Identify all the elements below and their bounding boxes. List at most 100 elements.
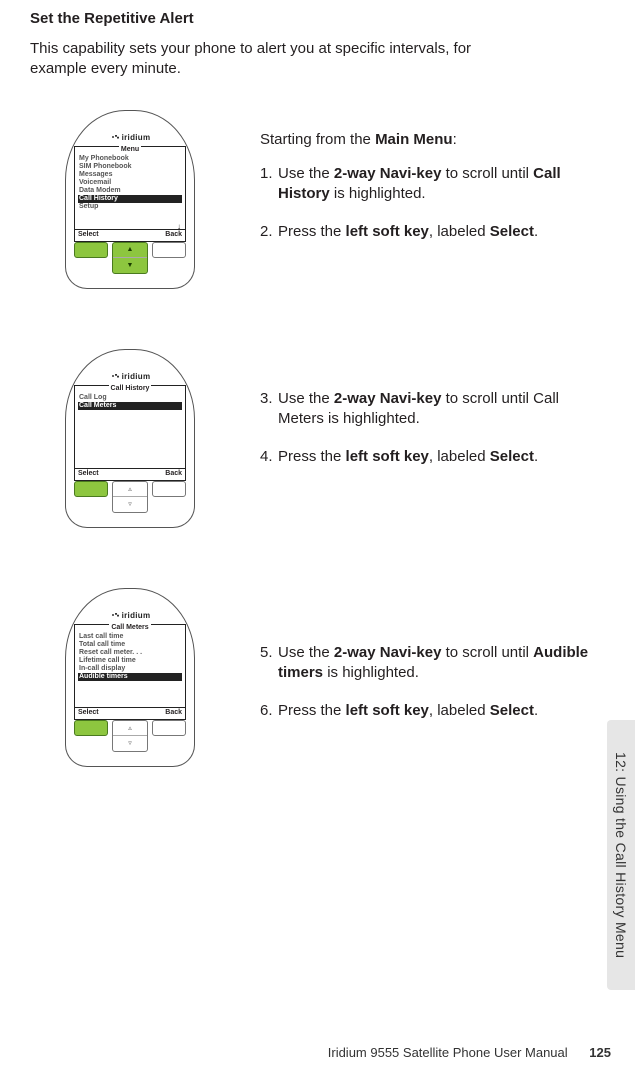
phone-screen-2: Call History Call LogCall Meters Select … [74,385,186,481]
text: . [534,223,538,240]
menu-item: Call Log [78,394,182,402]
step-block-1: iridium Menu My PhonebookSIM PhonebookMe… [30,110,599,289]
left-soft-key[interactable] [74,720,108,736]
softkey-right-label: Back [165,470,182,478]
right-soft-key[interactable] [152,242,186,258]
softkey-left-label: Select [78,231,99,239]
step-3: 3. Use the 2-way Navi-key to scroll unti… [260,389,599,430]
phone-illustration-1: iridium Menu My PhonebookSIM PhonebookMe… [65,110,195,289]
screen-title: Call Meters [109,624,150,631]
text: is highlighted. [323,664,419,681]
step-4: 4. Press the left soft key, labeled Sele… [260,447,599,467]
brand-label: iridium [74,611,186,620]
step-6: 6. Press the left soft key, labeled Sele… [260,701,599,721]
text-bold: left soft key [346,223,429,240]
step-number: 3. [260,389,278,430]
text-bold: Main Menu [375,131,453,148]
menu-item: SIM Phonebook [78,163,182,171]
intro-text: This capability sets your phone to alert… [30,39,510,80]
left-soft-key[interactable] [74,481,108,497]
right-soft-key[interactable] [152,720,186,736]
text: Use the [278,165,334,182]
step-number: 4. [260,447,278,467]
right-soft-key[interactable] [152,481,186,497]
menu-item: Total call time [78,641,182,649]
navi-up-icon: ▵ [113,721,147,737]
softkey-right-label: Back [165,709,182,717]
text-bold: Select [490,223,534,240]
text: . [534,702,538,719]
step-number: 6. [260,701,278,721]
menu-item: Lifetime call time [78,657,182,665]
text: Press the [278,223,346,240]
page-number: 125 [589,1045,611,1060]
text-bold: Select [490,702,534,719]
lead-text: Starting from the Main Menu: [260,130,599,150]
softkey-left-label: Select [78,470,99,478]
menu-item: Call History [78,195,182,203]
step-text: Press the left soft key, labeled Select. [278,701,599,721]
text: , labeled [429,223,490,240]
navi-up-icon: ▵ [113,482,147,498]
text: to scroll until [441,644,533,661]
navi-key[interactable]: ▵ ▿ [112,720,148,752]
text: , labeled [429,448,490,465]
phone-screen-1: Menu My PhonebookSIM PhonebookMessagesVo… [74,146,186,242]
menu-item: Audible timers [78,673,182,681]
text: , labeled [429,702,490,719]
chapter-tab-label: 12: Using the Call History Menu [613,752,629,958]
menu-item: Last call time [78,633,182,641]
menu-item: Setup [78,203,182,211]
text-bold: left soft key [346,702,429,719]
text: to scroll until [441,165,533,182]
text: : [453,131,457,148]
step-number: 5. [260,643,278,684]
step-number: 2. [260,222,278,242]
softkey-right-label: Back [165,231,182,239]
navi-down-icon: ▿ [113,497,147,512]
navi-down-icon: ▼ [113,258,147,273]
text-bold: 2-way Navi-key [334,644,442,661]
phone-illustration-3: iridium Call Meters Last call timeTotal … [65,588,195,767]
text: Use the [278,390,334,407]
text: Starting from the [260,131,375,148]
menu-item: Reset call meter. . . [78,649,182,657]
phone-screen-3: Call Meters Last call timeTotal call tim… [74,624,186,720]
chapter-tab: 12: Using the Call History Menu [607,720,635,990]
step-text: Press the left soft key, labeled Select. [278,222,599,242]
navi-up-icon: ▲ [113,243,147,259]
brand-label: iridium [74,372,186,381]
menu-item: Call Meters [78,402,182,410]
left-soft-key[interactable] [74,242,108,258]
footer-title: Iridium 9555 Satellite Phone User Manual [328,1045,568,1060]
text: Use the [278,644,334,661]
screen-title: Menu [119,146,141,153]
section-heading: Set the Repetitive Alert [30,10,599,27]
step-block-2: iridium Call History Call LogCall Meters… [30,349,599,528]
step-text: Press the left soft key, labeled Select. [278,447,599,467]
navi-key[interactable]: ▲ ▼ [112,242,148,274]
menu-item: Voicemail [78,179,182,187]
step-1: 1. Use the 2-way Navi-key to scroll unti… [260,164,599,205]
text-bold: 2-way Navi-key [334,390,442,407]
text: . [534,448,538,465]
menu-item: My Phonebook [78,155,182,163]
menu-item: Messages [78,171,182,179]
text: Press the [278,702,346,719]
menu-item: In-call display [78,665,182,673]
navi-key[interactable]: ▵ ▿ [112,481,148,513]
step-text: Use the 2-way Navi-key to scroll until C… [278,389,599,430]
text-bold: 2-way Navi-key [334,165,442,182]
brand-label: iridium [74,133,186,142]
text: is highlighted. [330,185,426,202]
step-2: 2. Press the left soft key, labeled Sele… [260,222,599,242]
step-text: Use the 2-way Navi-key to scroll until C… [278,164,599,205]
navi-down-icon: ▿ [113,736,147,751]
text-bold: Select [490,448,534,465]
softkey-left-label: Select [78,709,99,717]
text: Press the [278,448,346,465]
step-text: Use the 2-way Navi-key to scroll until A… [278,643,599,684]
step-5: 5. Use the 2-way Navi-key to scroll unti… [260,643,599,684]
text-bold: left soft key [346,448,429,465]
menu-item: Data Modem [78,187,182,195]
